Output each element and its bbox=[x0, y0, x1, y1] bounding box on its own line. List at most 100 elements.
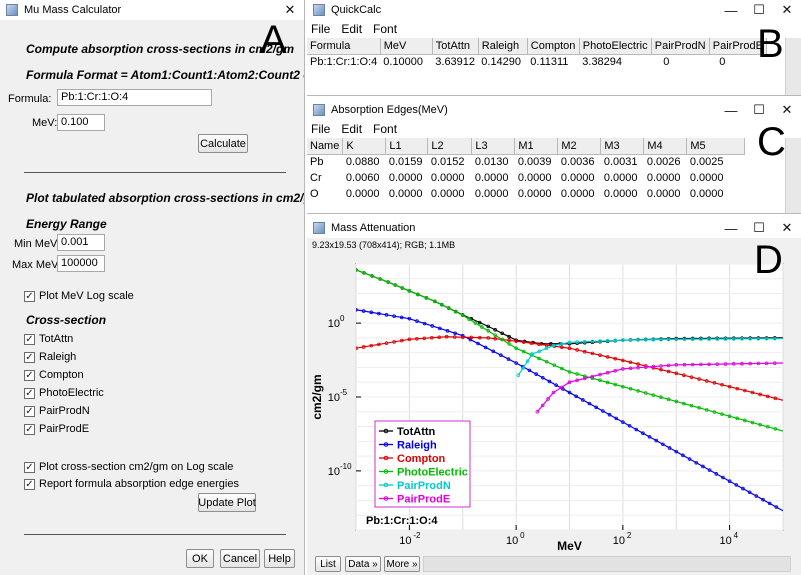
cs-pairprodn-checkbox[interactable]: ✓ PairProdN bbox=[24, 405, 90, 417]
formula-input[interactable]: Pb:1:Cr:1:O:4 bbox=[57, 89, 212, 106]
close-icon[interactable]: ✕ bbox=[773, 0, 801, 20]
cs-label: PairProdN bbox=[39, 405, 90, 417]
min-mev-label: Min MeV bbox=[14, 238, 58, 250]
table-cell: 0.0000 bbox=[603, 172, 638, 184]
table-cell: 0.0060 bbox=[345, 172, 380, 184]
cancel-button[interactable]: Cancel bbox=[220, 549, 260, 568]
column-header[interactable]: Compton bbox=[527, 38, 580, 55]
y-axis-label: cm2/gm bbox=[310, 374, 324, 419]
vertical-scrollbar[interactable] bbox=[785, 38, 801, 95]
cs-photoelectric-checkbox[interactable]: ✓ PhotoElectric bbox=[24, 387, 104, 399]
table-cell: 0.0000 bbox=[474, 188, 509, 200]
column-header[interactable]: M1 bbox=[514, 138, 559, 155]
calculate-button[interactable]: Calculate bbox=[198, 134, 248, 153]
close-icon[interactable]: ✕ bbox=[773, 218, 801, 238]
data-button[interactable]: Data » bbox=[345, 556, 381, 572]
table-cell: 0.0025 bbox=[689, 156, 724, 169]
table-row[interactable]: O 0.0000 0.0000 0.0000 0.0000 0.0000 0.0… bbox=[307, 186, 745, 202]
app-icon bbox=[6, 4, 18, 16]
window-d-title: Mass Attenuation bbox=[331, 222, 416, 234]
window-a-title: Mu Mass Calculator bbox=[24, 4, 122, 16]
close-icon[interactable]: ✕ bbox=[773, 100, 801, 120]
ok-button[interactable]: OK bbox=[186, 549, 214, 568]
report-edges-checkbox[interactable]: ✓ Report formula absorption edge energie… bbox=[24, 478, 239, 490]
column-header[interactable]: M4 bbox=[643, 138, 688, 155]
x-tick-label: 10 bbox=[399, 535, 411, 547]
table-row[interactable]: Cr 0.0060 0.0000 0.0000 0.0000 0.0000 0.… bbox=[307, 170, 745, 186]
mev-label: MeV: bbox=[32, 117, 58, 129]
x-tick-label: 10 bbox=[613, 535, 625, 547]
edges-table: Name K L1 L2 L3 M1 M2 M3 M4 M5 Pb 0.0880… bbox=[307, 138, 777, 213]
plot-log-label: Plot MeV Log scale bbox=[39, 290, 134, 302]
x-tick-exponent: 2 bbox=[627, 531, 632, 540]
column-header[interactable]: Raleigh bbox=[478, 38, 528, 55]
column-header[interactable]: MeV bbox=[380, 38, 433, 55]
table-cell: 0.0039 bbox=[517, 156, 552, 169]
column-header[interactable]: Name bbox=[307, 138, 344, 155]
minimize-icon[interactable]: — bbox=[717, 100, 745, 120]
status-bar bbox=[423, 556, 791, 572]
min-mev-input[interactable]: 0.001 bbox=[57, 234, 105, 251]
plot-cm2-log-checkbox[interactable]: ✓ Plot cross-section cm2/gm on Log scale bbox=[24, 461, 233, 473]
column-header[interactable]: L1 bbox=[385, 138, 429, 155]
minimize-icon[interactable]: — bbox=[717, 218, 745, 238]
cs-compton-checkbox[interactable]: ✓ Compton bbox=[24, 369, 84, 381]
table-cell: 0.0000 bbox=[345, 188, 380, 200]
check-icon: ✓ bbox=[24, 351, 35, 363]
cs-pairprode-checkbox[interactable]: ✓ PairProdE bbox=[24, 423, 89, 435]
list-button[interactable]: List bbox=[315, 556, 341, 572]
column-header[interactable]: L3 bbox=[471, 138, 516, 155]
plot-log-checkbox[interactable]: ✓ Plot MeV Log scale bbox=[24, 290, 134, 302]
column-header[interactable]: L2 bbox=[427, 138, 473, 155]
table-cell: Cr bbox=[310, 172, 322, 184]
max-mev-input[interactable]: 100000 bbox=[57, 255, 105, 272]
mev-input[interactable]: 0.100 bbox=[57, 114, 105, 131]
y-tick-label: 10 bbox=[328, 318, 340, 330]
column-header[interactable]: Formula bbox=[307, 38, 381, 55]
column-header[interactable]: M3 bbox=[600, 138, 645, 155]
table-cell: 0.10000 bbox=[383, 56, 424, 69]
table-cell: 3.63912 bbox=[435, 56, 476, 69]
y-tick-exponent: -10 bbox=[340, 462, 352, 471]
mass-attenuation-window: Mass Attenuation — ☐ ✕ 9.23x19.53 (708x4… bbox=[307, 218, 801, 575]
menu-font[interactable]: Font bbox=[373, 22, 397, 36]
cs-label: PhotoElectric bbox=[39, 387, 104, 399]
cross-section-heading: Cross-section bbox=[26, 313, 107, 327]
close-icon[interactable]: ✕ bbox=[276, 0, 304, 20]
image-info: 9.23x19.53 (708x414); RGB; 1.1MB bbox=[312, 240, 456, 250]
mu-mass-calculator-window: Mu Mass Calculator ✕ Compute absorption … bbox=[0, 0, 305, 575]
table-cell: O bbox=[310, 188, 319, 200]
maximize-icon[interactable]: ☐ bbox=[745, 218, 773, 238]
column-header[interactable]: M5 bbox=[686, 138, 746, 155]
menu-edit[interactable]: Edit bbox=[341, 122, 362, 136]
maximize-icon[interactable]: ☐ bbox=[745, 0, 773, 20]
table-row[interactable]: Pb 0.0880 0.0159 0.0152 0.0130 0.0039 0.… bbox=[307, 154, 745, 170]
max-mev-label: Max MeV bbox=[12, 259, 59, 271]
table-cell: 0.0159 bbox=[388, 156, 423, 169]
formula-overlay: Pb:1:Cr:1:O:4 bbox=[366, 515, 438, 527]
column-header[interactable]: TotAttn bbox=[432, 38, 479, 55]
table-row[interactable]: Pb:1:Cr:1:O:4 0.10000 3.63912 0.14290 0.… bbox=[307, 54, 766, 70]
menu-file[interactable]: File bbox=[311, 122, 330, 136]
more-button[interactable]: More » bbox=[384, 556, 420, 572]
cs-totattn-checkbox[interactable]: ✓ TotAttn bbox=[24, 333, 73, 345]
help-button[interactable]: Help bbox=[264, 549, 295, 568]
mass-attenuation-chart[interactable]: 10 -2 10 0 10 2 10 410 010 -510 -10MeVcm2/gmPb:1:C… bbox=[309, 252, 791, 558]
x-tick-exponent: 0 bbox=[520, 531, 525, 540]
table-cell: 0.0000 bbox=[560, 172, 595, 184]
table-cell: 0.0000 bbox=[430, 172, 465, 184]
column-header[interactable]: PairProdN bbox=[651, 38, 710, 55]
column-header[interactable]: M2 bbox=[557, 138, 602, 155]
column-header[interactable]: K bbox=[342, 138, 387, 155]
minimize-icon[interactable]: — bbox=[717, 0, 745, 20]
menu-file[interactable]: File bbox=[311, 22, 330, 36]
maximize-icon[interactable]: ☐ bbox=[745, 100, 773, 120]
column-header[interactable]: PhotoElectric bbox=[579, 38, 652, 55]
menu-edit[interactable]: Edit bbox=[341, 22, 362, 36]
vertical-scrollbar[interactable] bbox=[785, 138, 801, 213]
quickcalc-table: Formula MeV TotAttn Raleigh Compton Phot… bbox=[307, 38, 777, 95]
menu-font[interactable]: Font bbox=[373, 122, 397, 136]
cs-raleigh-checkbox[interactable]: ✓ Raleigh bbox=[24, 351, 76, 363]
update-plot-button[interactable]: Update Plot bbox=[198, 493, 256, 512]
legend-entry: Compton bbox=[397, 453, 446, 465]
